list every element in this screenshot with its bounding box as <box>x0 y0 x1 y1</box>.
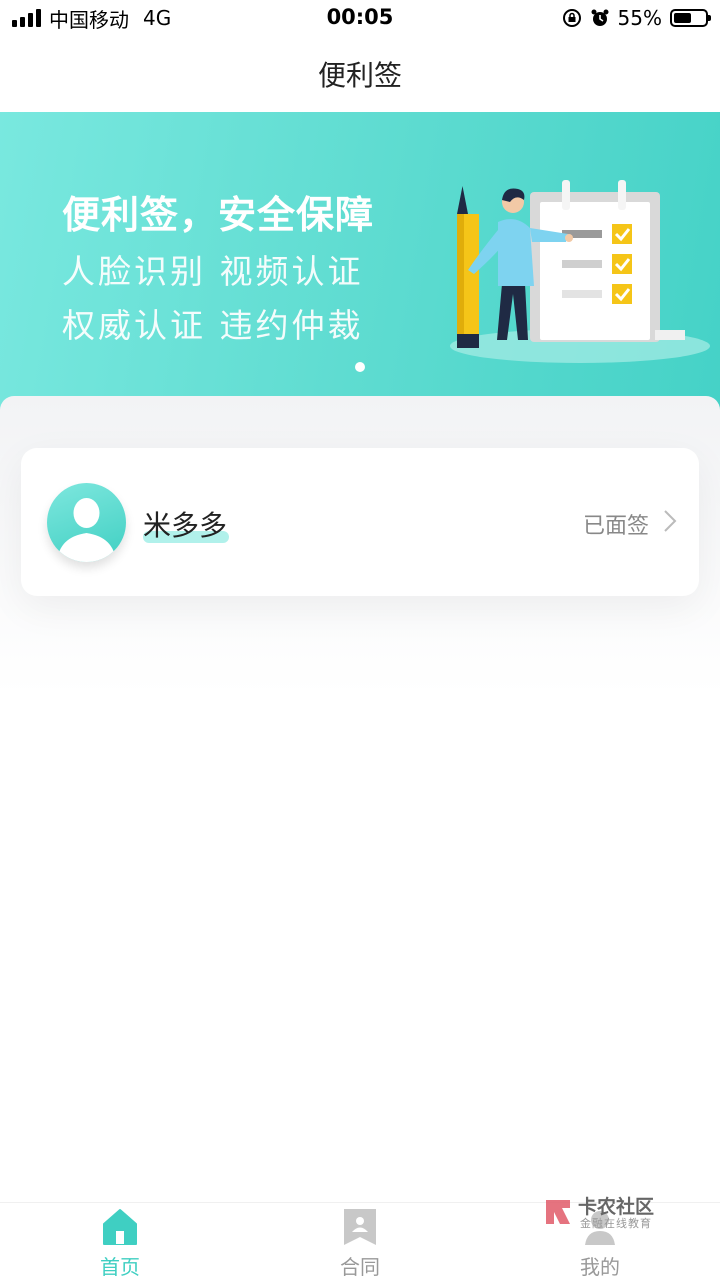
watermark-logo-icon <box>546 1200 570 1224</box>
nav-bar: 便利签 <box>0 36 720 112</box>
tab-home-label: 首页 <box>100 1255 140 1279</box>
battery-fill <box>674 13 691 23</box>
tab-home[interactable]: 首页 <box>0 1203 240 1281</box>
avatar <box>47 483 126 562</box>
rotation-lock-icon <box>562 9 581 27</box>
tab-contract-label: 合同 <box>340 1255 380 1279</box>
chevron-right-icon[interactable] <box>663 509 677 533</box>
contract-icon <box>344 1209 376 1245</box>
watermark: 卡农社区 金融在线教育 <box>540 1190 670 1234</box>
signing-status: 已面签 <box>582 514 649 539</box>
battery-icon <box>670 9 711 27</box>
banner-line-2: 权威认证 违约仲裁 <box>62 306 364 345</box>
banner-carousel[interactable]: 便利签，安全保障 人脸识别 视频认证 权威认证 违约仲裁 <box>0 112 720 412</box>
status-right: 55% <box>562 6 711 30</box>
tab-profile-label: 我的 <box>580 1255 620 1279</box>
banner-text: 便利签，安全保障 人脸识别 视频认证 权威认证 违约仲裁 <box>62 184 374 347</box>
carousel-indicator-dot[interactable] <box>355 362 365 372</box>
status-bar: 中国移动 4G 00:05 55% <box>0 0 720 36</box>
page-title: 便利签 <box>317 59 402 92</box>
banner-line-1: 人脸识别 视频认证 <box>62 252 364 291</box>
watermark-tagline: 金融在线教育 <box>580 1217 652 1230</box>
content-sheet: 米多多 已面签 <box>0 396 720 1202</box>
battery-percent: 55% <box>617 6 662 30</box>
contract-signing-illustration <box>450 180 710 363</box>
alarm-icon <box>591 9 609 26</box>
default-person-avatar-icon <box>57 498 116 562</box>
tab-contract[interactable]: 合同 <box>240 1203 480 1281</box>
signer-name: 米多多 <box>143 509 228 542</box>
home-icon <box>103 1209 137 1245</box>
banner-headline: 便利签，安全保障 <box>62 193 375 237</box>
signer-card[interactable]: 米多多 已面签 <box>21 448 699 596</box>
